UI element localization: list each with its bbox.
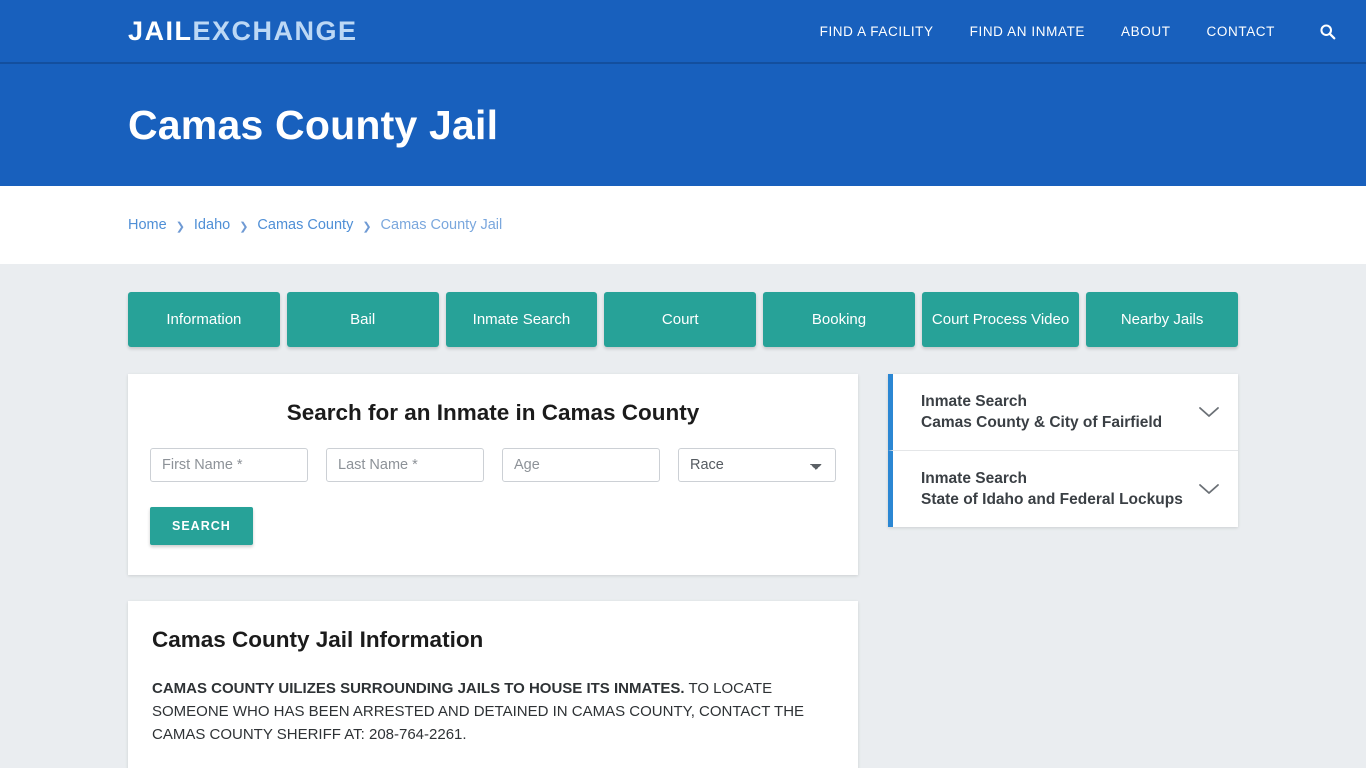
breadcrumb-item-camas-county[interactable]: Camas County xyxy=(257,217,353,233)
hero-banner: Camas County Jail xyxy=(0,64,1366,186)
tab-booking[interactable]: Booking xyxy=(763,292,915,347)
main-column: Search for an Inmate in Camas County Rac… xyxy=(128,374,858,768)
logo-text-exchange: EXCHANGE xyxy=(192,15,358,46)
accordion-title: Inmate Search xyxy=(921,393,1027,410)
tab-court[interactable]: Court xyxy=(604,292,757,347)
chevron-right-icon: ❯ xyxy=(239,220,249,233)
chevron-right-icon: ❯ xyxy=(362,220,372,233)
tab-inmate-search[interactable]: Inmate Search xyxy=(445,292,598,347)
inmate-search-accordion: Inmate Search Camas County & City of Fai… xyxy=(888,374,1238,527)
chevron-right-icon: ❯ xyxy=(175,220,185,233)
tab-information[interactable]: Information xyxy=(128,292,280,347)
age-input[interactable] xyxy=(502,448,660,482)
accordion-item-text: Inmate Search Camas County & City of Fai… xyxy=(921,391,1188,433)
inmate-search-heading: Search for an Inmate in Camas County xyxy=(286,400,700,425)
accordion-item-camas-county[interactable]: Inmate Search Camas County & City of Fai… xyxy=(888,374,1238,451)
breadcrumb: Home ❯ Idaho ❯ Camas County ❯ Camas Coun… xyxy=(128,217,502,233)
facility-tab-bar: Information Bail Inmate Search Court Boo… xyxy=(128,292,1238,347)
sidebar-column: Inmate Search Camas County & City of Fai… xyxy=(888,374,1238,527)
accordion-item-text: Inmate Search State of Idaho and Federal… xyxy=(921,468,1188,510)
page-body: Information Bail Inmate Search Court Boo… xyxy=(0,264,1366,768)
breadcrumb-band: Home ❯ Idaho ❯ Camas County ❯ Camas Coun… xyxy=(0,186,1366,264)
logo-text-jail: JAIL xyxy=(128,15,193,46)
jail-information-card: Camas County Jail Information CAMAS COUN… xyxy=(128,601,858,768)
breadcrumb-item-home[interactable]: Home xyxy=(128,217,167,233)
jail-information-paragraph-1: CAMAS COUNTY UILIZES SURROUNDING JAILS T… xyxy=(152,677,834,746)
accordion-title: Inmate Search xyxy=(921,470,1027,487)
content-columns: Search for an Inmate in Camas County Rac… xyxy=(128,374,1238,768)
first-name-input[interactable] xyxy=(150,448,308,482)
search-button[interactable]: SEARCH xyxy=(150,507,253,545)
search-icon[interactable] xyxy=(1319,23,1336,40)
inmate-search-fields: Race xyxy=(150,448,836,482)
nav-find-a-facility[interactable]: FIND A FACILITY xyxy=(820,24,934,39)
race-select[interactable]: Race xyxy=(678,448,836,482)
accordion-subtitle: State of Idaho and Federal Lockups xyxy=(921,491,1183,508)
last-name-input[interactable] xyxy=(326,448,484,482)
nav-find-an-inmate[interactable]: FIND AN INMATE xyxy=(970,24,1085,39)
main-navigation: FIND A FACILITY FIND AN INMATE ABOUT CON… xyxy=(820,23,1336,40)
accordion-item-state-of-idaho[interactable]: Inmate Search State of Idaho and Federal… xyxy=(888,451,1238,527)
site-header: JAILEXCHANGE FIND A FACILITY FIND AN INM… xyxy=(0,0,1366,64)
nav-contact[interactable]: CONTACT xyxy=(1207,24,1275,39)
chevron-down-icon[interactable] xyxy=(1198,482,1220,496)
nav-about[interactable]: ABOUT xyxy=(1121,24,1171,39)
tab-bail[interactable]: Bail xyxy=(286,292,439,347)
jail-information-heading: Camas County Jail Information xyxy=(152,627,484,652)
inmate-search-card: Search for an Inmate in Camas County Rac… xyxy=(128,374,858,575)
site-logo[interactable]: JAILEXCHANGE xyxy=(128,15,358,46)
accordion-subtitle: Camas County & City of Fairfield xyxy=(921,414,1163,431)
tab-nearby-jails[interactable]: Nearby Jails xyxy=(1086,292,1238,347)
tab-court-process-video[interactable]: Court Process Video xyxy=(921,292,1080,347)
breadcrumb-item-idaho[interactable]: Idaho xyxy=(194,217,230,233)
chevron-down-icon[interactable] xyxy=(1198,405,1220,419)
info-bold-lead: CAMAS COUNTY UILIZES SURROUNDING JAILS T… xyxy=(152,680,685,697)
breadcrumb-item-camas-county-jail[interactable]: Camas County Jail xyxy=(381,217,503,233)
page-title: Camas County Jail xyxy=(128,101,499,148)
